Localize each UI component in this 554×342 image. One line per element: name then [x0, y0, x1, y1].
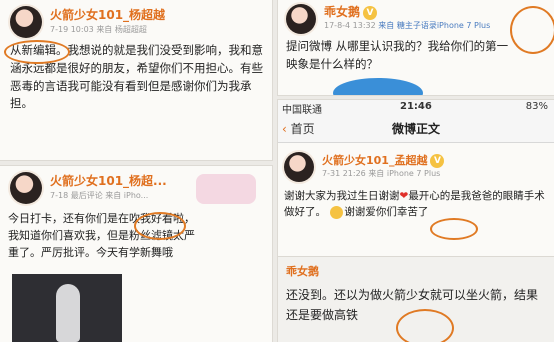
person-figure — [56, 284, 80, 342]
vip-badge-icon: V — [363, 5, 378, 20]
username[interactable]: 火箭少女101_孟超越 V — [322, 152, 445, 168]
post-meta: 17-8-4 13:32 来自 糖主子语录iPhone 7 Plus — [324, 20, 490, 31]
avatar[interactable] — [286, 4, 316, 34]
post-meta: 7-31 21:26 来自 iPhone 7 Plus — [322, 168, 440, 179]
username[interactable]: 火箭少女101_杨超越 — [50, 6, 165, 23]
post-text-part-3: 谢谢爱你们幸苦了 — [344, 206, 429, 219]
post-source: 来自 iPhone 7 Plus — [368, 169, 441, 178]
blue-character-image — [333, 78, 423, 95]
highlight-circle — [396, 309, 454, 342]
highlight-circle — [4, 40, 70, 64]
avatar[interactable] — [284, 152, 314, 182]
username[interactable]: 火箭少女101_杨超... — [50, 172, 167, 189]
username-text: 乖女鹅 — [324, 5, 361, 19]
status-bar: 中国联通 21:46 83% — [278, 100, 554, 116]
post-source: 来自 杨超超超 — [96, 25, 147, 34]
post-meta: 7-19 10:03 来自 杨超超超 — [50, 24, 147, 35]
post-time: 17-8-4 13:32 — [324, 21, 376, 30]
post-source: 最后评论 来自 iPho... — [70, 191, 149, 200]
post-source: 来自 糖主子语录iPhone 7 Plus — [378, 21, 491, 30]
post-time: 7-19 10:03 — [50, 25, 94, 34]
post-text: 提问微博 从哪里认识我的？我给你们的第一映象是什么样的？ — [286, 39, 509, 71]
username-text: 火箭少女101_孟超越 — [322, 154, 428, 167]
highlight-circle — [430, 218, 478, 240]
emoji-icon — [330, 205, 344, 219]
post-time: 7-18 — [50, 191, 69, 200]
weibo-detail-screen: 中国联通 21:46 83% ‹ 首页 微博正文 火箭少女101_孟超越 V 7-… — [278, 100, 554, 342]
page-title: 微博正文 — [391, 122, 440, 136]
weibo-post-card-2: 乖女鹅 V 17-8-4 13:32 来自 糖主子语录iPhone 7 Plus … — [278, 0, 554, 95]
weibo-post-card-1: 火箭少女101_杨超越 7-19 10:03 来自 杨超超超 从新编辑。我想说的… — [0, 0, 272, 160]
post-photo[interactable] — [12, 274, 122, 342]
reply-username[interactable]: 乖女鹅 — [286, 263, 319, 279]
heart-icon: ❤ — [399, 190, 409, 202]
post-meta: 7-18 最后评论 来自 iPho... — [50, 190, 148, 201]
reply-section: 乖女鹅 还没到。还以为做火箭少女就可以坐火箭，结果还是要做高铁 — [278, 256, 554, 342]
highlight-circle — [510, 6, 554, 54]
sticker-image — [196, 174, 256, 204]
vip-badge-icon: V — [430, 154, 445, 168]
post-time: 7-31 21:26 — [322, 169, 366, 178]
highlight-circle — [134, 212, 186, 240]
weibo-post-card-3: 火箭少女101_杨超... 7-18 最后评论 来自 iPho... 今日打卡，… — [0, 166, 272, 342]
post-text-part-1: 谢谢大家为我过生日谢谢 — [284, 190, 400, 202]
avatar[interactable] — [10, 6, 42, 38]
nav-bar: ‹ 首页 微博正文 — [278, 114, 554, 143]
avatar[interactable] — [10, 172, 42, 204]
clock-label: 21:46 — [400, 101, 432, 112]
battery-label: 83% — [525, 101, 548, 112]
username[interactable]: 乖女鹅 V — [324, 3, 378, 20]
post-text: 谢谢大家为我过生日谢谢❤最开心的是我爸爸的眼睛手术做好了。 谢谢爱你们幸苦了 — [284, 188, 546, 221]
